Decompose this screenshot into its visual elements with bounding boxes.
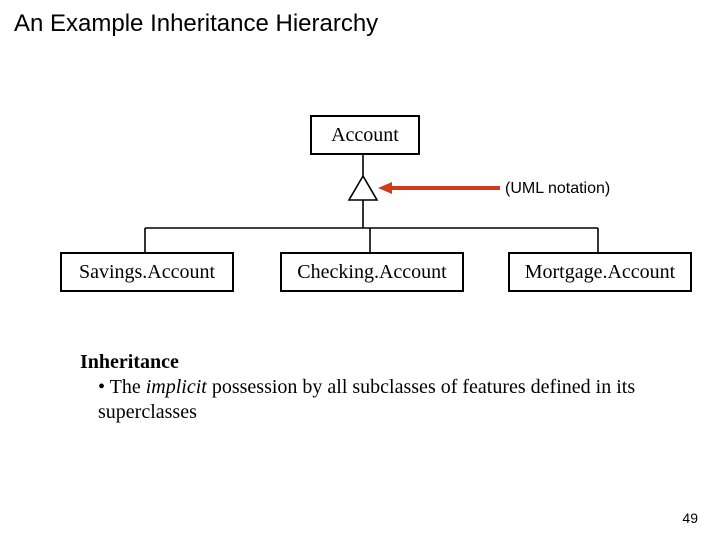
- definition-term: Inheritance: [80, 350, 640, 375]
- uml-class-savings-account-label: Savings.Account: [79, 261, 215, 284]
- uml-class-account: Account: [310, 115, 420, 155]
- definition-text: • The implicit possession by all subclas…: [98, 375, 640, 425]
- page-number: 49: [682, 510, 698, 526]
- definition-prefix: The: [110, 376, 146, 398]
- uml-class-mortgage-account: Mortgage.Account: [508, 252, 692, 292]
- uml-class-checking-account-label: Checking.Account: [297, 261, 446, 284]
- uml-class-account-label: Account: [331, 124, 399, 147]
- uml-class-savings-account: Savings.Account: [60, 252, 234, 292]
- uml-notation-arrow: [378, 182, 500, 194]
- definition-italic: implicit: [146, 376, 207, 398]
- uml-class-mortgage-account-label: Mortgage.Account: [525, 261, 676, 284]
- slide-title: An Example Inheritance Hierarchy: [14, 10, 378, 38]
- uml-notation-annotation: (UML notation): [505, 180, 610, 198]
- uml-class-checking-account: Checking.Account: [280, 252, 464, 292]
- bullet-icon: •: [98, 376, 110, 398]
- definition-block: Inheritance • The implicit possession by…: [80, 350, 640, 425]
